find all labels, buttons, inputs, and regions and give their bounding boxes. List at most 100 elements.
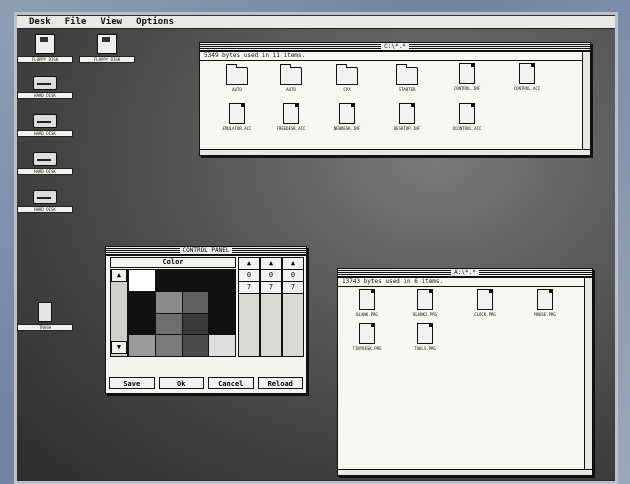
folder-icon <box>396 64 418 85</box>
window-info-line: 13743 bytes used in 6 items. <box>338 278 592 287</box>
desktop-icon-floppy-b[interactable]: FLOPPY DISK <box>79 34 135 63</box>
color-swatch[interactable] <box>129 335 155 356</box>
desktop-icon-floppy-a[interactable]: FLOPPY DISK <box>17 34 73 63</box>
file-item[interactable]: FREEDESK.ACC <box>262 103 320 131</box>
file-item[interactable]: MOUSE.PRG <box>516 289 574 317</box>
slider-value: 0 <box>283 270 303 282</box>
window-info-line: 5349 bytes used in 11 items. <box>200 52 590 61</box>
window-title-bar[interactable]: C:\*.* <box>200 43 590 52</box>
folder-icon <box>280 64 302 85</box>
document-icon <box>537 289 553 310</box>
save-button[interactable]: Save <box>109 377 155 389</box>
color-swatch[interactable] <box>182 291 209 313</box>
color-swatch[interactable] <box>155 335 182 356</box>
file-item[interactable]: BLANK2.PRG <box>396 289 454 317</box>
slider-up-arrow-icon[interactable]: ▲ <box>261 258 281 270</box>
slider-up-arrow-icon[interactable]: ▲ <box>283 258 303 270</box>
reload-button[interactable]: Reload <box>257 377 303 389</box>
desktop[interactable]: Desk File View Options FLOPPY DISK FLOPP… <box>17 16 615 480</box>
vertical-scrollbar[interactable] <box>582 52 590 155</box>
control-panel-title: CONTROL PANEL <box>179 247 233 254</box>
menu-file[interactable]: File <box>65 16 87 28</box>
file-item[interactable]: TOOLS.PRG <box>396 323 454 351</box>
file-item[interactable]: TINYDESK.PRG <box>338 323 396 351</box>
horizontal-scrollbar[interactable] <box>338 469 592 475</box>
document-icon <box>283 103 299 124</box>
color-swatch[interactable] <box>155 291 182 313</box>
file-item[interactable]: EMULATOR.ACC <box>208 103 266 131</box>
file-item[interactable]: NEWDESK.INF <box>318 103 376 131</box>
desktop-icon-hard-disk-e[interactable]: HARD DISK <box>17 152 73 175</box>
window-drive-c[interactable]: C:\*.* 5349 bytes used in 11 items. AUTO… <box>199 42 591 156</box>
slider-value: 7 <box>239 282 259 294</box>
color-swatch[interactable] <box>129 291 155 313</box>
menu-desk[interactable]: Desk <box>29 16 51 28</box>
document-icon <box>459 63 475 84</box>
control-panel-buttons: Save Ok Cancel Reload <box>109 377 303 389</box>
horizontal-scrollbar[interactable] <box>200 149 590 155</box>
menu-options[interactable]: Options <box>136 16 174 28</box>
desktop-icon-label: HARD DISK <box>17 206 73 213</box>
file-item[interactable]: CLOCK.PRG <box>456 289 514 317</box>
color-swatch[interactable] <box>155 313 182 335</box>
file-name: BLANK.PRG <box>356 312 378 317</box>
window-title-bar[interactable]: A:\*.* <box>338 269 592 278</box>
green-slider[interactable]: ▲ 0 7 <box>260 257 282 357</box>
vertical-scrollbar[interactable] <box>584 278 592 475</box>
folder-item[interactable]: STARTER <box>378 64 436 92</box>
window-drive-a[interactable]: A:\*.* 13743 bytes used in 6 items. BLAN… <box>337 268 593 476</box>
file-item[interactable]: XCONTROL.ACC <box>438 103 496 131</box>
file-item[interactable]: BLANK.PRG <box>338 289 396 317</box>
folder-item[interactable]: AUTO <box>208 64 266 92</box>
red-slider[interactable]: ▲ 0 7 <box>238 257 260 357</box>
color-swatch[interactable] <box>209 313 235 335</box>
file-name: NEWDESK.INF <box>333 126 361 131</box>
ok-button[interactable]: Ok <box>158 377 204 389</box>
document-icon <box>459 103 475 124</box>
hard-disk-icon <box>33 152 57 166</box>
control-panel-title-bar[interactable]: CONTROL PANEL <box>106 247 306 256</box>
hard-disk-icon <box>33 76 57 90</box>
color-swatch[interactable] <box>209 335 235 356</box>
desktop-icon-hard-disk-c[interactable]: HARD DISK <box>17 76 73 99</box>
document-icon <box>417 289 433 310</box>
color-swatch[interactable] <box>209 270 235 291</box>
file-name: FREEDESK.ACC <box>276 126 306 131</box>
color-swatch[interactable] <box>182 313 209 335</box>
slider-up-arrow-icon[interactable]: ▲ <box>239 258 259 270</box>
folder-item[interactable]: AUTO <box>262 64 320 92</box>
desktop-icon-trash[interactable]: TRASH <box>17 302 73 331</box>
color-swatch[interactable] <box>129 313 155 335</box>
document-icon <box>359 323 375 344</box>
file-item[interactable]: CONTROL.ACC <box>498 63 556 91</box>
folder-icon <box>226 64 248 85</box>
document-icon <box>477 289 493 310</box>
scroll-up-arrow-icon[interactable]: ▲ <box>111 269 127 282</box>
desktop-icon-label: HARD DISK <box>17 92 73 99</box>
scroll-down-arrow-icon[interactable]: ▼ <box>111 341 127 354</box>
document-icon <box>399 103 415 124</box>
hard-disk-icon <box>33 190 57 204</box>
trash-icon <box>38 302 52 322</box>
file-name: CONTROL.ACC <box>513 86 541 91</box>
control-panel-window[interactable]: CONTROL PANEL Color ▲ ▼ ▲ 0 7 ▲ 0 7 ▲ 0 … <box>105 246 307 394</box>
file-item[interactable]: DESKTOP.INF <box>378 103 436 131</box>
desktop-icon-label: FLOPPY DISK <box>79 56 135 63</box>
file-item[interactable]: CONTROL.INF <box>438 63 496 91</box>
document-icon <box>519 63 535 84</box>
color-swatch[interactable] <box>155 270 182 291</box>
file-name: MOUSE.PRG <box>534 312 556 317</box>
menu-view[interactable]: View <box>100 16 122 28</box>
file-name: AUTO <box>286 87 296 92</box>
color-swatch[interactable] <box>182 270 209 291</box>
cancel-button[interactable]: Cancel <box>208 377 254 389</box>
desktop-icon-hard-disk-d[interactable]: HARD DISK <box>17 114 73 137</box>
desktop-icon-hard-disk-f[interactable]: HARD DISK <box>17 190 73 213</box>
slider-value: 0 <box>239 270 259 282</box>
file-name: BLANK2.PRG <box>412 312 438 317</box>
folder-item[interactable]: CPX <box>318 64 376 92</box>
color-swatch[interactable] <box>182 335 209 356</box>
color-swatch[interactable] <box>129 270 155 291</box>
blue-slider[interactable]: ▲ 0 7 <box>282 257 304 357</box>
color-swatch[interactable] <box>209 291 235 313</box>
